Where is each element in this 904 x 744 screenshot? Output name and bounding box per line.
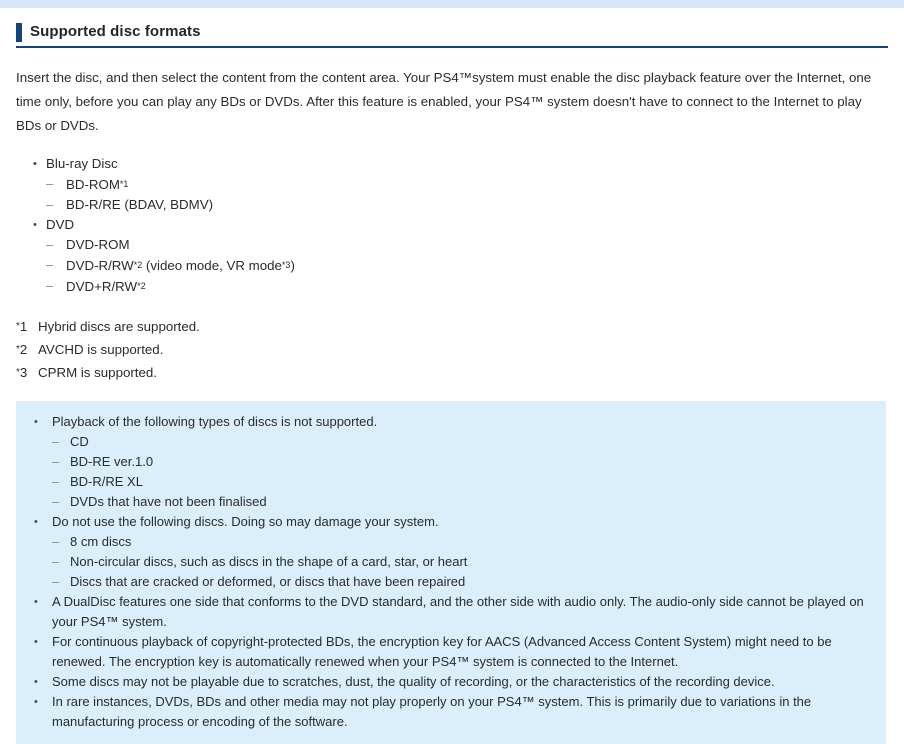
- bullet-icon: •: [34, 636, 38, 648]
- list-item-label: Some discs may not be playable due to sc…: [52, 674, 775, 689]
- list-item: – 8 cm discs: [52, 532, 872, 552]
- page-content: Supported disc formats Insert the disc, …: [0, 22, 904, 744]
- dash-icon: –: [52, 534, 60, 549]
- dash-icon: –: [52, 454, 60, 469]
- list-item: – DVDs that have not been finalised: [52, 492, 872, 512]
- list-item: – DVD-ROM: [46, 235, 888, 255]
- list-item: – DVD+R/RW*2: [46, 276, 888, 297]
- list-item-label: BD-R/RE (BDAV, BDMV): [66, 197, 214, 212]
- dvd-sublist: – DVD-ROM – DVD-R/RW*2 (video mode, VR m…: [46, 235, 888, 297]
- list-item-label: DVD-R/RW: [66, 258, 134, 273]
- dash-icon: –: [52, 574, 60, 589]
- top-accent-strip: [0, 0, 904, 8]
- notice-sublist: – CD – BD-RE ver.1.0 – BD-R/RE XL – DVDs…: [52, 432, 872, 512]
- list-item-label: A DualDisc features one side that confor…: [52, 594, 864, 629]
- footnote-marker: *1: [16, 315, 27, 338]
- list-item: – BD-ROM*1: [46, 174, 888, 195]
- bullet-icon: •: [34, 516, 38, 528]
- list-item: • Playback of the following types of dis…: [30, 412, 872, 512]
- list-item-label-continued: (video mode, VR mode: [142, 258, 282, 273]
- dash-icon: –: [52, 434, 60, 449]
- intro-paragraph: Insert the disc, and then select the con…: [16, 70, 872, 133]
- list-item-label: DVD+R/RW: [66, 279, 138, 294]
- dash-icon: –: [46, 237, 54, 252]
- footnote-row: *3 CPRM is supported.: [16, 361, 888, 384]
- page-title: Supported disc formats: [30, 23, 201, 40]
- notice-sublist: – 8 cm discs – Non-circular discs, such …: [52, 532, 872, 592]
- bullet-icon: •: [34, 696, 38, 708]
- bullet-icon: •: [33, 158, 37, 170]
- list-item: – BD-R/RE XL: [52, 472, 872, 492]
- footnote-text: Hybrid discs are supported.: [38, 319, 200, 334]
- list-item: • Do not use the following discs. Doing …: [30, 512, 872, 592]
- list-item-label-end: ): [290, 258, 295, 273]
- list-item: • DVD – DVD-ROM – DVD-R/RW*2 (video mode…: [16, 215, 888, 297]
- dash-icon: –: [46, 197, 54, 212]
- footnote-row: *2 AVCHD is supported.: [16, 338, 888, 361]
- list-item-label: Discs that are cracked or deformed, or d…: [70, 574, 466, 589]
- bullet-icon: •: [33, 219, 37, 231]
- list-item: • Some discs may not be playable due to …: [30, 672, 872, 692]
- list-item-label: 8 cm discs: [70, 534, 132, 549]
- list-item: • In rare instances, DVDs, BDs and other…: [30, 692, 872, 732]
- footnote-row: *1 Hybrid discs are supported.: [16, 315, 888, 338]
- bullet-icon: •: [34, 416, 38, 428]
- footnote-marker: *2: [16, 338, 27, 361]
- list-item-label: DVD-ROM: [66, 237, 130, 252]
- list-item-label: Playback of the following types of discs…: [52, 414, 378, 429]
- footnote-marker: *3: [16, 361, 27, 384]
- bluray-sublist: – BD-ROM*1 – BD-R/RE (BDAV, BDMV): [46, 174, 888, 215]
- dash-icon: –: [46, 278, 54, 293]
- notice-box: • Playback of the following types of dis…: [16, 401, 886, 744]
- dash-icon: –: [46, 176, 54, 191]
- bullet-icon: •: [34, 676, 38, 688]
- list-item: – DVD-R/RW*2 (video mode, VR mode*3): [46, 255, 888, 276]
- footnote-marker: *2: [133, 260, 143, 270]
- supported-formats-list: • Blu-ray Disc – BD-ROM*1 – BD-R/RE (BDA…: [16, 154, 888, 297]
- list-item: • For continuous playback of copyright-p…: [30, 632, 872, 672]
- list-item-label: BD-ROM: [66, 177, 120, 192]
- list-item-label: Non-circular discs, such as discs in the…: [70, 554, 468, 569]
- footnote-text: CPRM is supported.: [38, 365, 157, 380]
- list-item-label: In rare instances, DVDs, BDs and other m…: [52, 694, 812, 729]
- dash-icon: –: [52, 554, 60, 569]
- list-item-label: BD-R/RE XL: [70, 474, 143, 489]
- list-item-label: Blu-ray Disc: [46, 156, 118, 171]
- list-item: • Blu-ray Disc – BD-ROM*1 – BD-R/RE (BDA…: [16, 154, 888, 215]
- footnote-number: 1: [19, 319, 28, 334]
- dash-icon: –: [52, 474, 60, 489]
- list-item-label: Do not use the following discs. Doing so…: [52, 514, 439, 529]
- list-item: – BD-R/RE (BDAV, BDMV): [46, 195, 888, 215]
- list-item: • A DualDisc features one side that conf…: [30, 592, 872, 632]
- list-item: – CD: [52, 432, 872, 452]
- list-item-label: For continuous playback of copyright-pro…: [52, 634, 832, 669]
- footnote-number: 2: [19, 342, 28, 357]
- list-item: – BD-RE ver.1.0: [52, 452, 872, 472]
- footnote-marker: *2: [137, 281, 146, 291]
- section-header: Supported disc formats: [16, 22, 888, 48]
- dash-icon: –: [52, 494, 60, 509]
- list-item-label: CD: [70, 434, 89, 449]
- list-item-label: DVD: [46, 217, 75, 232]
- footnote-number: 3: [19, 365, 28, 380]
- list-item-label: DVDs that have not been finalised: [70, 494, 267, 509]
- footnote-text: AVCHD is supported.: [38, 342, 164, 357]
- list-item: – Non-circular discs, such as discs in t…: [52, 552, 872, 572]
- bullet-icon: •: [34, 596, 38, 608]
- notice-list: • Playback of the following types of dis…: [30, 412, 872, 732]
- list-item: – Discs that are cracked or deformed, or…: [52, 572, 872, 592]
- dash-icon: –: [46, 257, 54, 272]
- footnotes-section: *1 Hybrid discs are supported. *2 AVCHD …: [16, 315, 888, 384]
- list-item-label: BD-RE ver.1.0: [70, 454, 154, 469]
- header-accent-bar: [16, 23, 22, 42]
- footnote-marker: *1: [119, 179, 129, 189]
